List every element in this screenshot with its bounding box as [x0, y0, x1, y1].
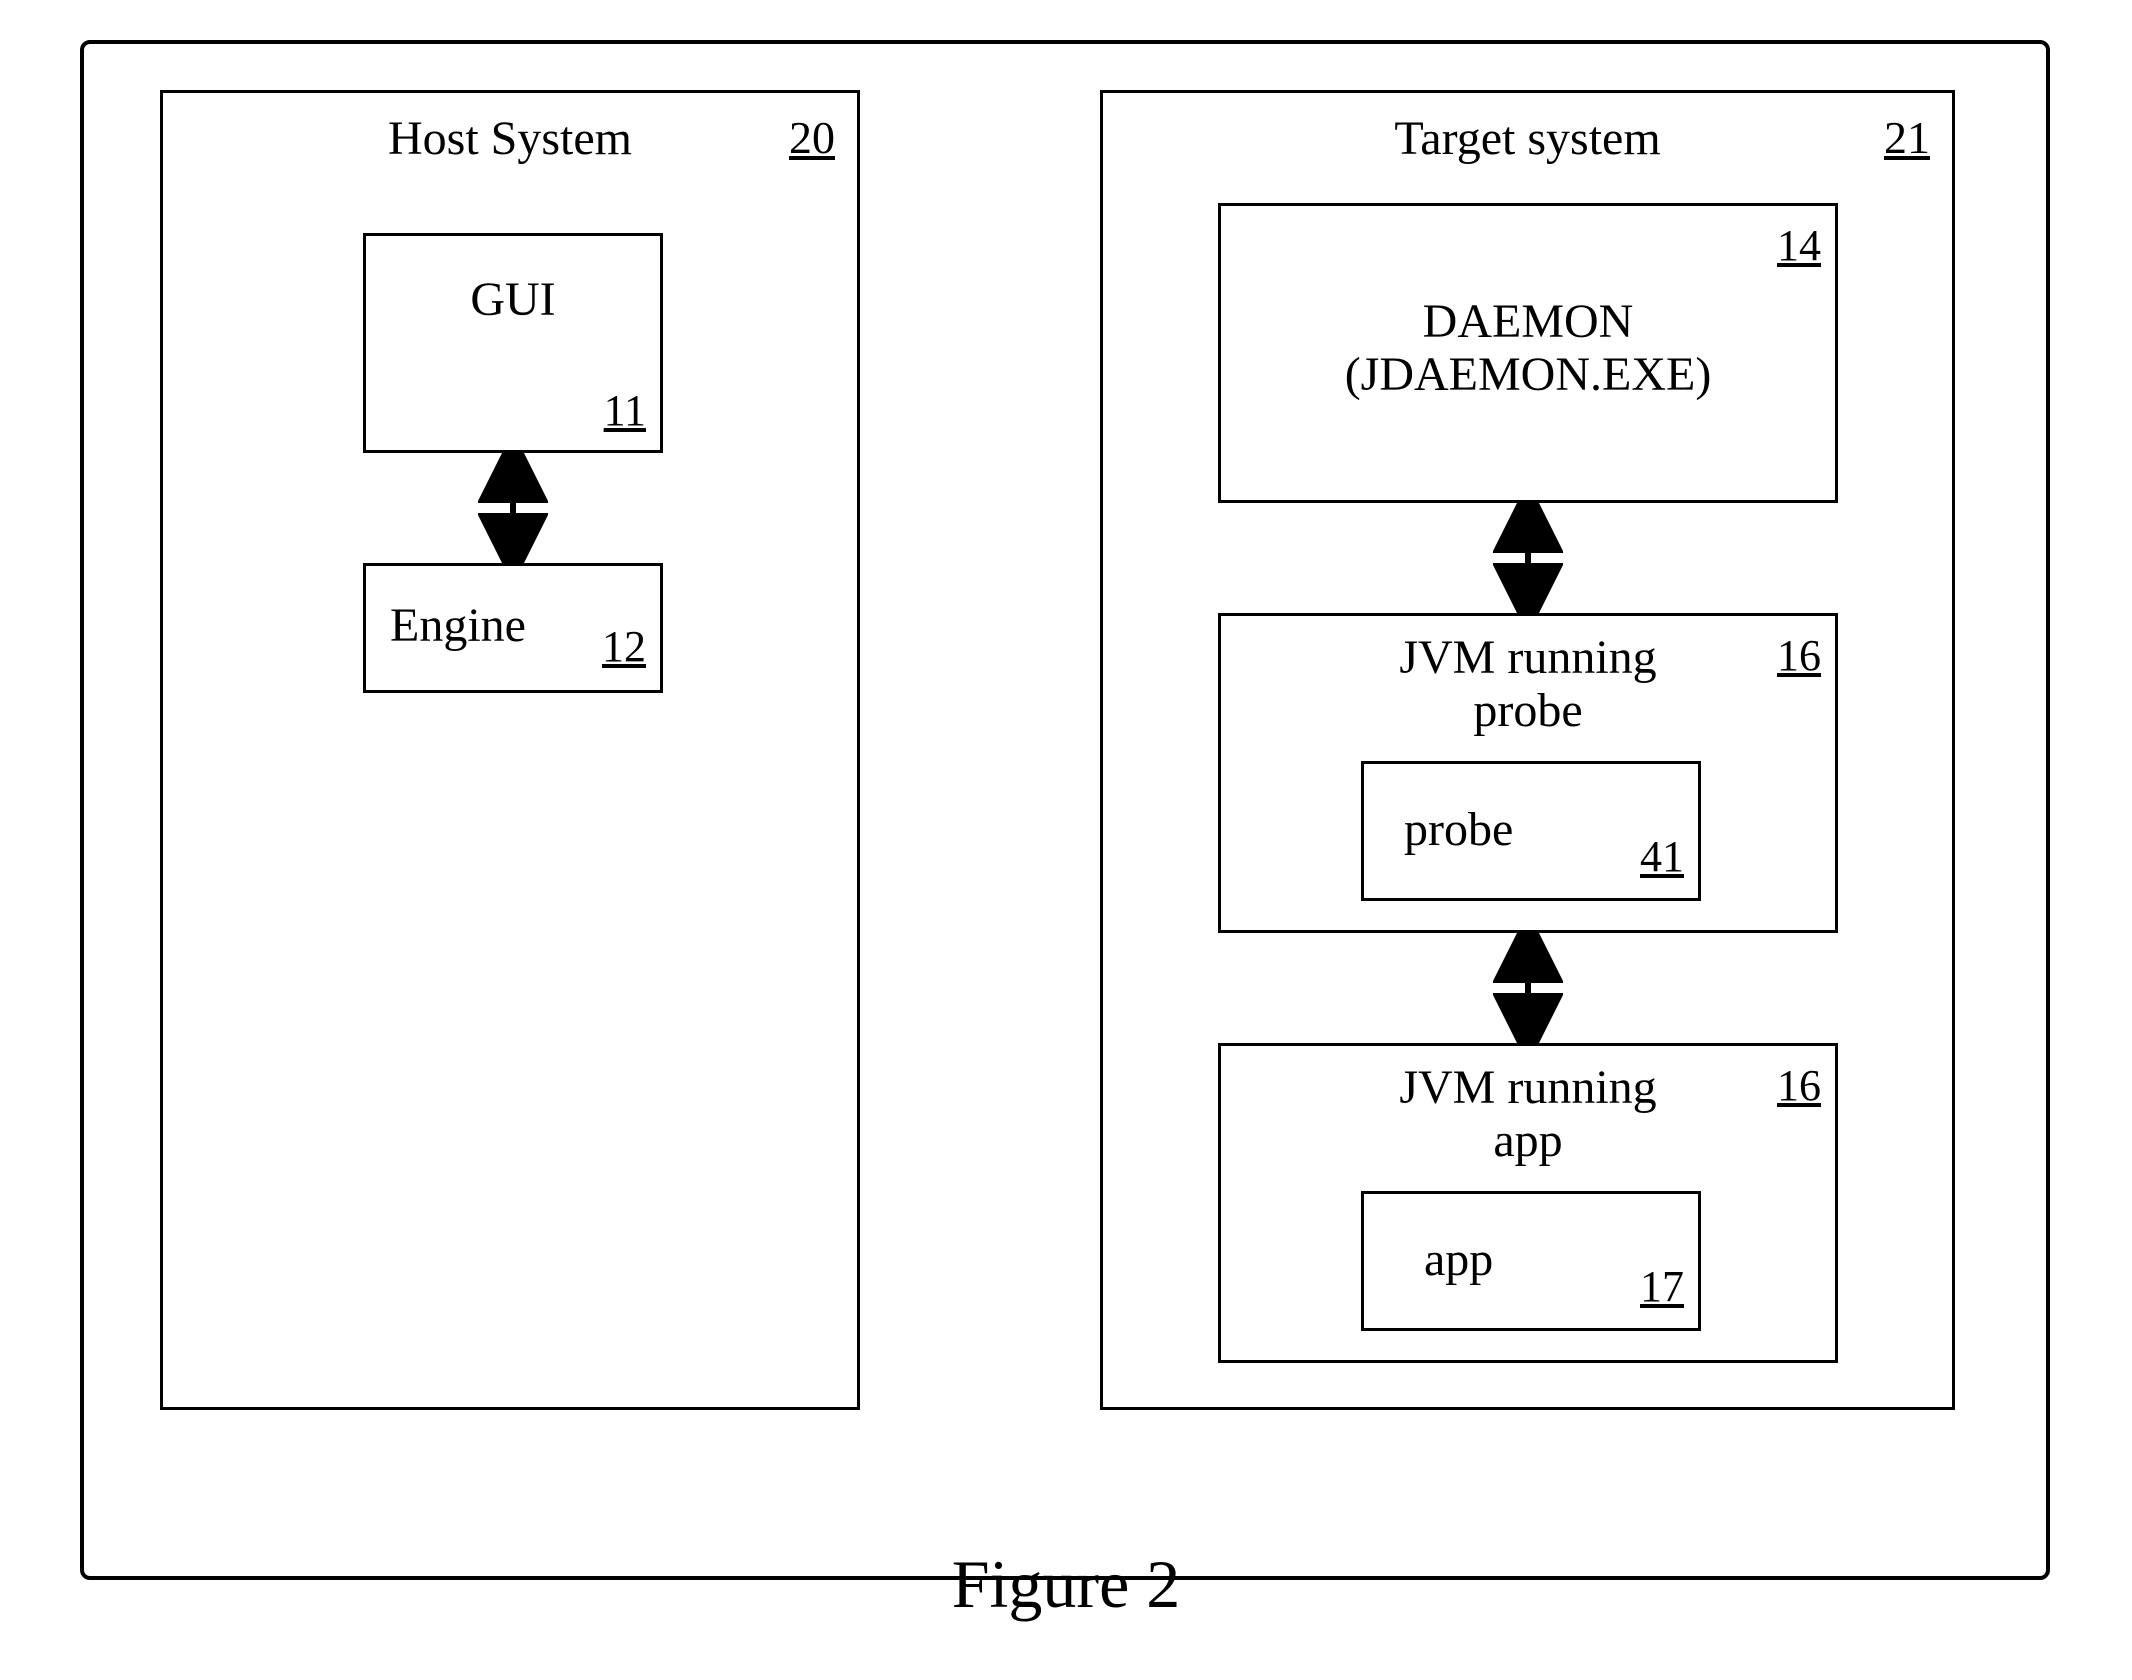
probe-inner-label: probe — [1404, 803, 1513, 856]
probe-inner-box: probe 41 — [1361, 761, 1701, 901]
target-system-box: Target system 21 14 DAEMON (JDAEMON.EXE)… — [1100, 90, 1955, 1410]
engine-label: Engine — [390, 599, 526, 652]
host-system-title: Host System 20 — [163, 93, 857, 166]
arrow-daemon-probe — [1493, 503, 1563, 618]
jvm-probe-line2: probe — [1473, 684, 1582, 737]
host-system-ref: 20 — [789, 111, 835, 164]
gui-label: GUI — [470, 273, 555, 326]
arrow-gui-engine — [478, 453, 548, 568]
host-system-title-text: Host System — [388, 112, 632, 165]
gui-box: GUI 11 — [363, 233, 663, 453]
app-inner-ref: 17 — [1640, 1261, 1684, 1312]
probe-inner-ref: 41 — [1640, 831, 1684, 882]
daemon-line2: (JDAEMON.EXE) — [1345, 348, 1712, 401]
jvm-probe-box: 16 JVM running probe probe 41 — [1218, 613, 1838, 933]
arrow-probe-app — [1493, 933, 1563, 1048]
host-system-box: Host System 20 GUI 11 Engine 12 — [160, 90, 860, 1410]
engine-ref: 12 — [602, 621, 646, 672]
daemon-ref: 14 — [1777, 220, 1821, 271]
jvm-probe-line1: JVM running — [1399, 631, 1656, 684]
engine-box: Engine 12 — [363, 563, 663, 693]
app-inner-label: app — [1424, 1233, 1493, 1286]
figure-caption: Figure 2 — [0, 1545, 2132, 1624]
target-system-title: Target system 21 — [1103, 93, 1952, 166]
jvm-app-ref: 16 — [1777, 1060, 1821, 1111]
jvm-app-line1: JVM running — [1399, 1061, 1656, 1114]
daemon-line1: DAEMON — [1423, 295, 1634, 348]
target-system-ref: 21 — [1884, 111, 1930, 164]
figure-caption-text: Figure 2 — [952, 1546, 1181, 1622]
jvm-probe-ref: 16 — [1777, 630, 1821, 681]
jvm-app-line2: app — [1493, 1114, 1562, 1167]
app-inner-box: app 17 — [1361, 1191, 1701, 1331]
daemon-box: 14 DAEMON (JDAEMON.EXE) — [1218, 203, 1838, 503]
jvm-app-box: 16 JVM running app app 17 — [1218, 1043, 1838, 1363]
gui-ref: 11 — [604, 385, 646, 436]
target-system-title-text: Target system — [1394, 112, 1660, 165]
